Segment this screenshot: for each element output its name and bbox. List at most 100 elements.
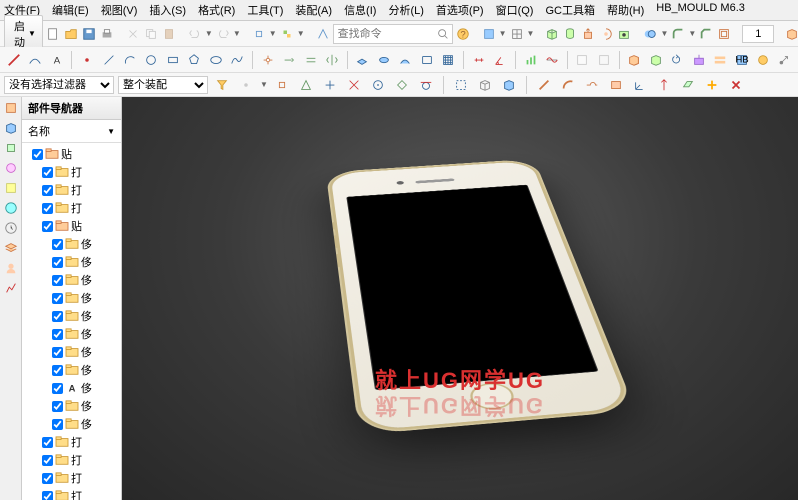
- menu-item[interactable]: 编辑(E): [52, 2, 89, 18]
- tree-checkbox[interactable]: [52, 419, 63, 430]
- tree-checkbox[interactable]: [42, 203, 53, 214]
- menu-item[interactable]: 格式(R): [198, 2, 235, 18]
- circle-icon[interactable]: [142, 50, 161, 70]
- command-search-input[interactable]: [334, 28, 434, 40]
- tree-checkbox[interactable]: [42, 455, 53, 466]
- menu-item[interactable]: 帮助(H): [607, 2, 644, 18]
- assembly-scope-select[interactable]: 整个装配: [118, 76, 208, 94]
- nav-simul-icon[interactable]: [2, 279, 20, 297]
- mirror-curve-icon[interactable]: [322, 50, 341, 70]
- new-icon[interactable]: [45, 24, 61, 44]
- tree-item[interactable]: 侈: [24, 307, 119, 325]
- spline-icon[interactable]: [228, 50, 247, 70]
- view-icon[interactable]: [279, 24, 295, 44]
- hole-icon[interactable]: [616, 24, 632, 44]
- snap-ctrl-icon[interactable]: [320, 75, 340, 95]
- tree-item[interactable]: 侈: [24, 343, 119, 361]
- polygon-icon[interactable]: [185, 50, 204, 70]
- measure-dist-icon[interactable]: [469, 50, 488, 70]
- snap-end-icon[interactable]: [272, 75, 292, 95]
- tree-item[interactable]: 侈: [24, 397, 119, 415]
- tree-checkbox[interactable]: [52, 257, 63, 268]
- dropdown-icon[interactable]: ▼: [269, 24, 277, 44]
- mold-base-icon[interactable]: [710, 50, 729, 70]
- snap-intersect-icon[interactable]: [344, 75, 364, 95]
- extend-icon[interactable]: [279, 50, 298, 70]
- surf-mesh-icon[interactable]: [439, 50, 458, 70]
- curve-icon[interactable]: [25, 50, 44, 70]
- unite-icon[interactable]: [642, 24, 658, 44]
- surf-extrude-icon[interactable]: [353, 50, 372, 70]
- offset-icon[interactable]: [301, 50, 320, 70]
- tree-item[interactable]: 贴: [24, 217, 119, 235]
- line-icon[interactable]: [99, 50, 118, 70]
- text-icon[interactable]: A: [47, 50, 66, 70]
- replace-icon[interactable]: [667, 50, 686, 70]
- ellipse-icon[interactable]: [206, 50, 225, 70]
- shell-icon[interactable]: [716, 24, 732, 44]
- snap-center-icon[interactable]: [368, 75, 388, 95]
- tree-checkbox[interactable]: [52, 275, 63, 286]
- tree-item[interactable]: 打: [24, 163, 119, 181]
- nav-reuse-icon[interactable]: [2, 159, 20, 177]
- plus-icon[interactable]: [702, 75, 722, 95]
- box-icon[interactable]: [544, 24, 560, 44]
- sketch-icon[interactable]: [4, 50, 23, 70]
- search-icon[interactable]: [434, 24, 452, 44]
- hb-mould-icon[interactable]: HB: [732, 50, 751, 70]
- nav-history-icon[interactable]: [2, 219, 20, 237]
- tree-item[interactable]: 侈: [24, 325, 119, 343]
- view-wireframe-icon[interactable]: [475, 75, 495, 95]
- point-icon[interactable]: [77, 50, 96, 70]
- nav-assembly-icon[interactable]: [2, 99, 20, 117]
- menu-item[interactable]: HB_MOULD M6.3: [656, 2, 745, 18]
- tree-checkbox[interactable]: [42, 437, 53, 448]
- tree-checkbox[interactable]: [52, 293, 63, 304]
- cylinder-icon[interactable]: [562, 24, 578, 44]
- tree-item[interactable]: 打: [24, 469, 119, 487]
- edge-line-icon[interactable]: [534, 75, 554, 95]
- tree-checkbox[interactable]: [52, 329, 63, 340]
- gc-tool-icon[interactable]: [753, 50, 772, 70]
- csys-icon[interactable]: [630, 75, 650, 95]
- nav-roles-icon[interactable]: [2, 259, 20, 277]
- tree-item[interactable]: 侈: [24, 361, 119, 379]
- command-search[interactable]: [333, 24, 453, 44]
- tree-item[interactable]: 打: [24, 451, 119, 469]
- revolve-icon[interactable]: [598, 24, 614, 44]
- view-shaded-icon[interactable]: [499, 75, 519, 95]
- selection-filter-select[interactable]: 没有选择过滤器: [4, 76, 114, 94]
- menu-item[interactable]: 窗口(Q): [496, 2, 534, 18]
- dropdown-icon[interactable]: ▼: [688, 24, 696, 44]
- display-part-icon[interactable]: [646, 50, 665, 70]
- tree-item[interactable]: 贴: [24, 145, 119, 163]
- dropdown-icon[interactable]: ▼: [205, 24, 213, 44]
- print-icon[interactable]: [99, 24, 115, 44]
- snap-mid-icon[interactable]: [296, 75, 316, 95]
- arc-icon[interactable]: [120, 50, 139, 70]
- dropdown-icon[interactable]: ▼: [527, 24, 535, 44]
- menu-item[interactable]: 工具(T): [247, 2, 283, 18]
- tree-item[interactable]: 打: [24, 433, 119, 451]
- extrude-icon[interactable]: [580, 24, 596, 44]
- tree-item[interactable]: 打: [24, 181, 119, 199]
- nav-layers-icon[interactable]: [2, 239, 20, 257]
- layer-icon[interactable]: [481, 24, 497, 44]
- part-tree[interactable]: 贴打打打贴侈侈侈侈侈侈侈侈A侈侈侈打打打打打: [22, 143, 121, 500]
- tree-checkbox[interactable]: [52, 383, 63, 394]
- 3d-viewport[interactable]: 就上UG网学UG 就上UG网学UG: [122, 97, 798, 500]
- tree-checkbox[interactable]: [32, 149, 43, 160]
- chamfer-icon[interactable]: [698, 24, 714, 44]
- tree-item[interactable]: 侈: [24, 253, 119, 271]
- surf-sweep-icon[interactable]: [396, 50, 415, 70]
- rectangle-icon[interactable]: [163, 50, 182, 70]
- menu-item[interactable]: 分析(L): [388, 2, 423, 18]
- nav-constraint-icon[interactable]: [2, 139, 20, 157]
- menu-item[interactable]: 信息(I): [344, 2, 376, 18]
- tree-item[interactable]: 侈: [24, 289, 119, 307]
- dropdown-icon[interactable]: ▼: [297, 24, 305, 44]
- tree-checkbox[interactable]: [52, 401, 63, 412]
- surf-revolve-icon[interactable]: [374, 50, 393, 70]
- menu-item[interactable]: 首选项(P): [436, 2, 484, 18]
- edge-arc-icon[interactable]: [558, 75, 578, 95]
